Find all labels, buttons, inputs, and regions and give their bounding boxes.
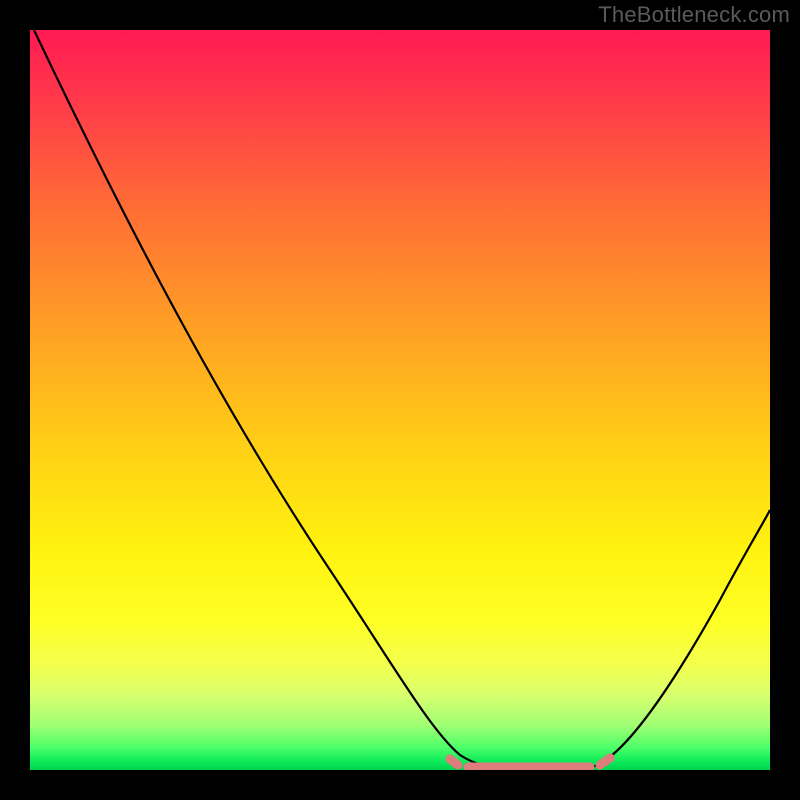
watermark-text: TheBottleneck.com: [598, 2, 790, 28]
bottleneck-curve: [34, 30, 770, 770]
plot-area: [30, 30, 770, 770]
chart-container: TheBottleneck.com: [0, 0, 800, 800]
curve-layer: [30, 30, 770, 770]
